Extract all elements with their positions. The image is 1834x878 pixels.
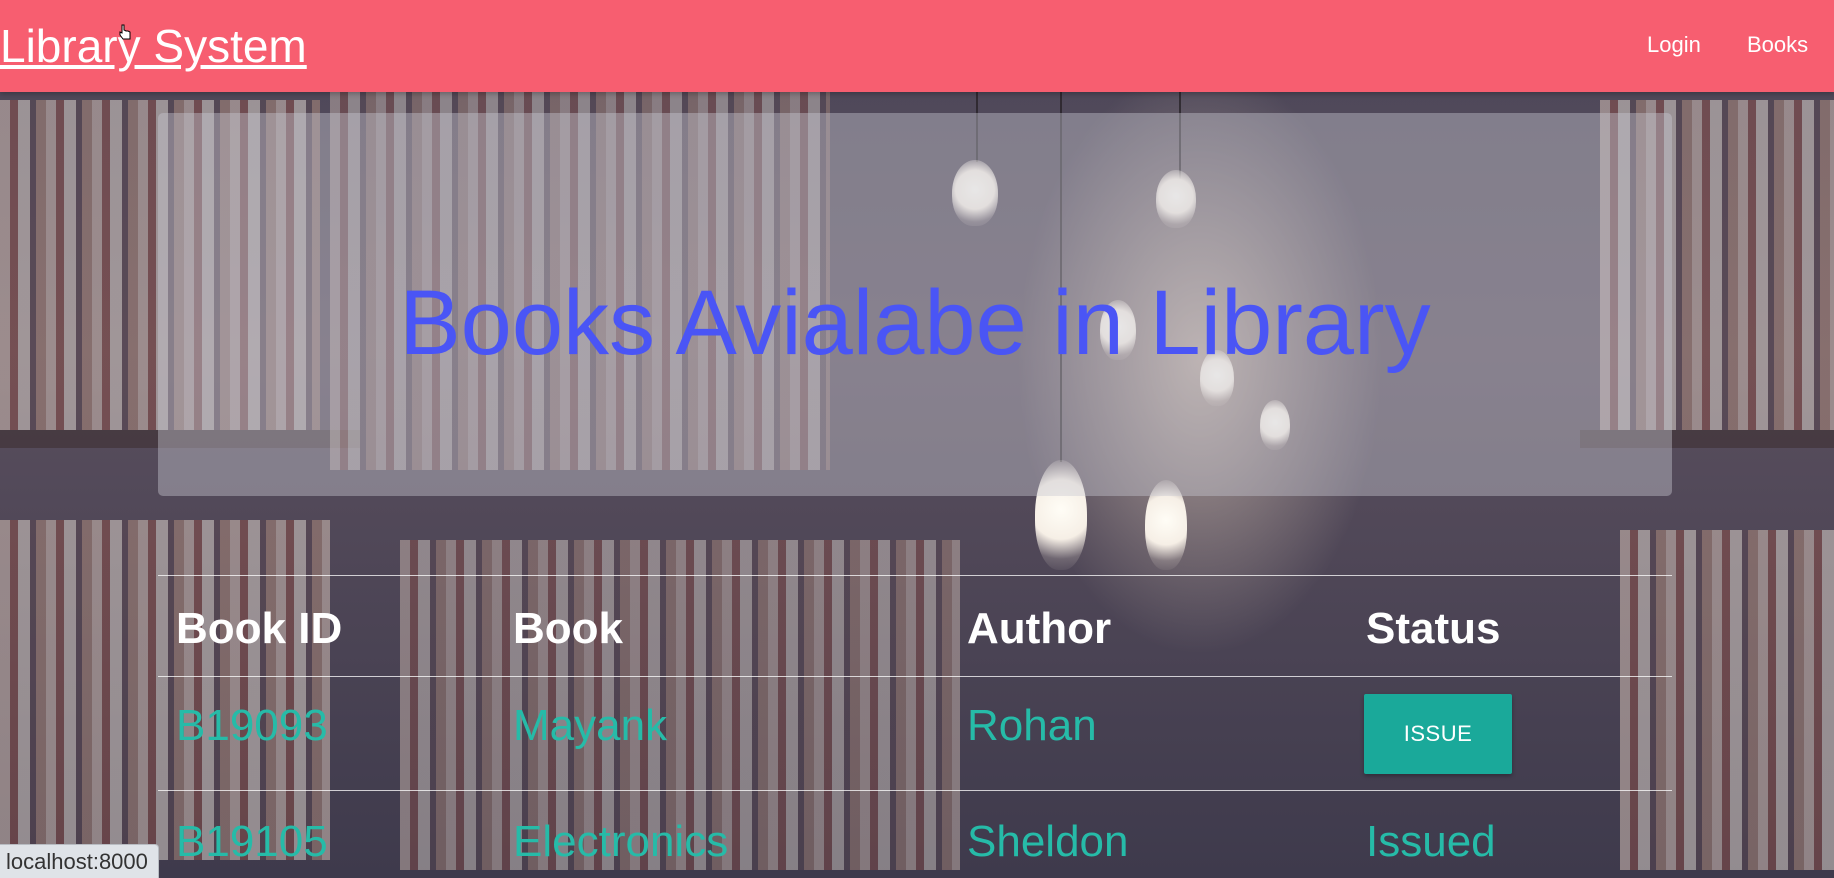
header-book: Book xyxy=(513,604,623,653)
book-id-cell: B19105 xyxy=(176,817,328,866)
page-title: Books Avialabe in Library xyxy=(399,272,1431,374)
book-cell: Mayank xyxy=(513,701,668,750)
table-row: B19093 Mayank Rohan ISSUE xyxy=(158,676,1672,790)
author-cell: Rohan xyxy=(967,701,1097,750)
nav-link-books[interactable]: Books xyxy=(1747,31,1808,59)
books-table: Book ID Book Author Status B19093 Mayank… xyxy=(158,575,1672,878)
author-cell: Sheldon xyxy=(967,817,1129,866)
nav-link-login[interactable]: Login xyxy=(1647,31,1701,59)
hand-cursor-icon xyxy=(119,24,131,40)
table-header-row: Book ID Book Author Status xyxy=(158,575,1672,676)
browser-status-url: localhost:8000 xyxy=(0,844,159,878)
header-status: Status xyxy=(1366,604,1501,653)
header-author: Author xyxy=(967,604,1112,653)
issue-button[interactable]: ISSUE xyxy=(1364,694,1512,774)
brand-link[interactable]: Library System xyxy=(0,20,307,72)
table-row: B19105 Electronics Sheldon Issued xyxy=(158,790,1672,878)
status-cell: Issued xyxy=(1366,817,1496,866)
book-cell: Electronics xyxy=(513,817,729,866)
header-book-id: Book ID xyxy=(176,604,343,653)
hero-panel: Books Avialabe in Library xyxy=(158,113,1672,496)
book-id-cell: B19093 xyxy=(176,701,328,750)
navbar: Library System Login Books xyxy=(0,0,1834,92)
